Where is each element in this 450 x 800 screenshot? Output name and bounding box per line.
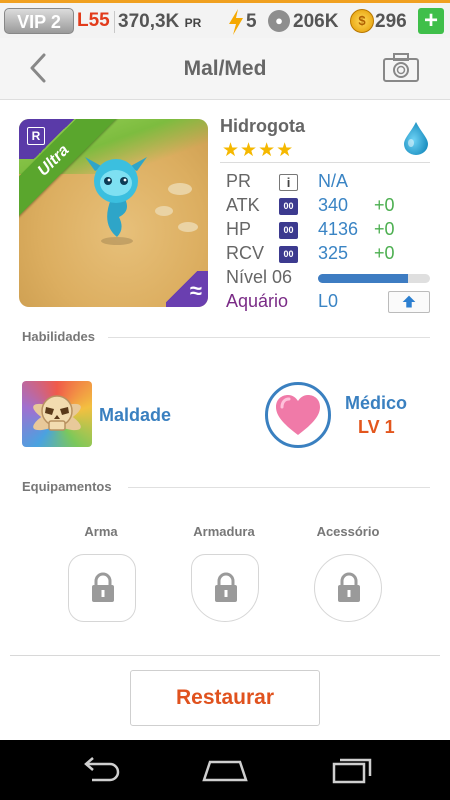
top-header: Mal/Med xyxy=(0,38,450,100)
lock-icon xyxy=(338,572,360,602)
heart-icon xyxy=(276,395,320,435)
restore-button[interactable]: Restaurar xyxy=(130,670,320,726)
energy-value: 5 xyxy=(246,11,257,32)
aquario-label: Aquário xyxy=(226,291,289,311)
star-icon: ★ xyxy=(222,140,240,161)
stat-bonus-hp: +0 xyxy=(374,219,395,239)
android-nav-bar xyxy=(0,740,450,800)
abilities-section-title: Habilidades xyxy=(22,329,95,344)
stat-label-atk: ATK xyxy=(226,195,260,215)
coins-value: 296 xyxy=(375,11,407,32)
stat-bonus-rcv: +0 xyxy=(374,243,395,263)
level-label: Nível 06 xyxy=(226,267,293,287)
atk-badge-icon: 00 xyxy=(279,198,298,215)
leader-skill-icon[interactable] xyxy=(265,382,331,448)
stat-row-rcv: RCV 00 325 +0 xyxy=(226,243,436,267)
equip-label-acessorio: Acessório xyxy=(316,524,380,539)
stat-row-level: Nível 06 xyxy=(226,267,436,291)
player-level: L55 xyxy=(77,10,110,31)
stat-value-atk: 340 xyxy=(318,195,349,215)
footer-divider xyxy=(10,655,440,656)
info-icon[interactable]: i xyxy=(279,174,298,191)
stat-value-hp: 4136 xyxy=(318,219,359,239)
lightning-icon xyxy=(229,9,243,35)
accessory-slot[interactable] xyxy=(314,554,382,622)
monster-name: Hidrogota xyxy=(220,116,305,136)
stat-value-rcv: 325 xyxy=(318,243,349,263)
nav-recents-icon[interactable] xyxy=(330,756,374,784)
name-divider xyxy=(220,162,430,163)
add-coins-button[interactable]: + xyxy=(418,8,444,34)
stat-bonus-atk: +0 xyxy=(374,195,395,215)
coin-icon: $ xyxy=(350,9,374,33)
monster-portrait[interactable]: Ultra R ≈ xyxy=(19,119,208,307)
status-bar: VIP 2 L55 370,3K PR 5 ● 206K $ 296 + xyxy=(0,0,450,38)
star-icon: ★ xyxy=(240,140,258,161)
equipment-section-title: Equipamentos xyxy=(22,479,112,494)
power-unit: PR xyxy=(184,16,202,30)
stat-label-rcv: RCV xyxy=(226,243,265,263)
star-icon: ★ xyxy=(258,140,276,161)
stones-decoration xyxy=(155,183,198,232)
skill-name[interactable]: Maldade xyxy=(99,405,171,426)
stat-row-aquario: Aquário L0 xyxy=(226,291,436,315)
star-rating: ★★★★ xyxy=(222,139,294,161)
water-drop-icon xyxy=(404,122,428,155)
nav-back-icon[interactable] xyxy=(78,756,122,784)
stat-label-pr: PR xyxy=(226,171,252,191)
equip-label-armadura: Armadura xyxy=(193,524,255,539)
stat-row-atk: ATK 00 340 +0 xyxy=(226,195,436,219)
abilities-divider xyxy=(108,337,430,338)
stat-row-hp: HP 00 4136 +0 xyxy=(226,219,436,243)
nav-home-icon[interactable] xyxy=(200,756,250,784)
rcv-badge-icon: 00 xyxy=(279,246,298,263)
stat-row-pr: PR i N/A xyxy=(226,171,436,195)
stat-value-pr: N/A xyxy=(318,171,349,191)
element-badge: ≈ xyxy=(166,271,208,307)
aquario-upgrade-button[interactable] xyxy=(388,291,430,313)
rarity-badge-icon: R xyxy=(27,127,45,145)
status-separator xyxy=(114,11,115,33)
leader-skill-level: LV 1 xyxy=(358,417,395,437)
aquario-value: L0 xyxy=(318,291,339,311)
hidrogota-sprite xyxy=(85,157,147,245)
weapon-slot[interactable] xyxy=(68,554,136,622)
vip-badge[interactable]: VIP 2 xyxy=(4,8,74,34)
water-element-icon: ≈ xyxy=(189,278,202,303)
level-progress-fill xyxy=(318,274,408,283)
skull-icon xyxy=(33,395,81,431)
stat-label-hp: HP xyxy=(226,219,252,239)
food-value: 206K xyxy=(293,11,339,32)
equipment-divider xyxy=(128,487,430,488)
power-value: 370,3K xyxy=(118,11,180,32)
armor-slot[interactable] xyxy=(191,554,259,622)
hp-badge-icon: 00 xyxy=(279,222,298,239)
equip-label-arma: Arma xyxy=(84,524,118,539)
level-progress-bar xyxy=(318,274,430,283)
lock-icon xyxy=(92,572,114,602)
leader-skill-name[interactable]: Médico xyxy=(345,393,407,414)
paw-icon: ● xyxy=(268,10,290,32)
camera-icon[interactable] xyxy=(382,52,420,84)
skill-icon-maldade[interactable] xyxy=(22,381,92,447)
star-icon: ★ xyxy=(276,140,294,161)
power-display: 370,3K PR xyxy=(118,11,201,33)
lock-icon xyxy=(215,572,237,602)
up-arrow-icon xyxy=(402,295,416,308)
